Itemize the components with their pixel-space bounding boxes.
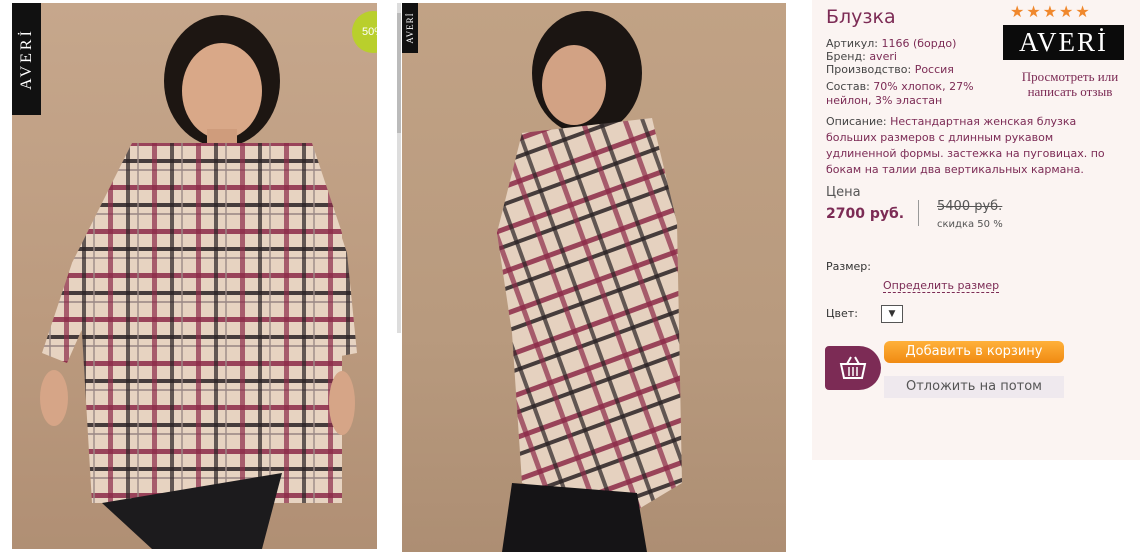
model-front-illustration xyxy=(40,15,357,549)
origin-value: Россия xyxy=(914,63,954,76)
article-label: Артикул: xyxy=(826,37,878,50)
origin-label: Производство: xyxy=(826,63,912,76)
scrollbar[interactable] xyxy=(397,3,401,333)
review-link[interactable]: Просмотреть или написать отзыв xyxy=(1008,69,1132,99)
add-to-cart-button[interactable]: Добавить в корзину xyxy=(884,341,1064,363)
color-select[interactable]: ▼ xyxy=(881,305,903,323)
product-title: Блузка xyxy=(826,6,896,28)
article-value: 1166 (бордо) xyxy=(881,37,957,50)
brand-watermark-back: AVERİ xyxy=(402,3,418,53)
scrollbar-thumb[interactable] xyxy=(397,13,401,133)
old-price: 5400 руб. xyxy=(937,199,1003,214)
description-label: Описание: xyxy=(826,115,887,128)
brand-label: Бренд: xyxy=(826,50,866,63)
size-label: Размер: xyxy=(826,260,871,273)
product-photo-back[interactable]: AVERİ xyxy=(402,3,786,552)
current-price: 2700 руб. xyxy=(826,206,905,222)
composition-row: Состав: 70% хлопок, 27% нейлон, 3% эласт… xyxy=(826,80,1006,108)
price-label: Цена xyxy=(826,185,861,200)
discount-text: скидка 50 % xyxy=(937,219,1003,230)
basket-icon[interactable] xyxy=(825,346,881,390)
brand-row: Бренд: averi xyxy=(826,50,897,64)
composition-label: Состав: xyxy=(826,80,870,93)
price-divider xyxy=(918,200,919,226)
origin-row: Производство: Россия xyxy=(826,63,954,77)
product-photo-front[interactable]: AVERİ 50% xyxy=(12,3,377,549)
brand-value[interactable]: averi xyxy=(869,50,897,63)
save-for-later-button[interactable]: Отложить на потом xyxy=(884,376,1064,398)
size-guide-link[interactable]: Определить размер xyxy=(883,279,1000,293)
brand-watermark: AVERİ xyxy=(12,3,41,115)
article-row: Артикул: 1166 (бордо) xyxy=(826,37,956,51)
basket-icon-graphic xyxy=(839,356,867,379)
rating-stars-icon[interactable]: ★★★★★ xyxy=(1010,2,1092,21)
color-label: Цвет: xyxy=(826,307,858,320)
brand-logo: AVERİ xyxy=(1003,25,1124,60)
model-back-illustration xyxy=(497,11,682,552)
description-row: Описание: Нестандартная женская блузка б… xyxy=(826,114,1126,178)
